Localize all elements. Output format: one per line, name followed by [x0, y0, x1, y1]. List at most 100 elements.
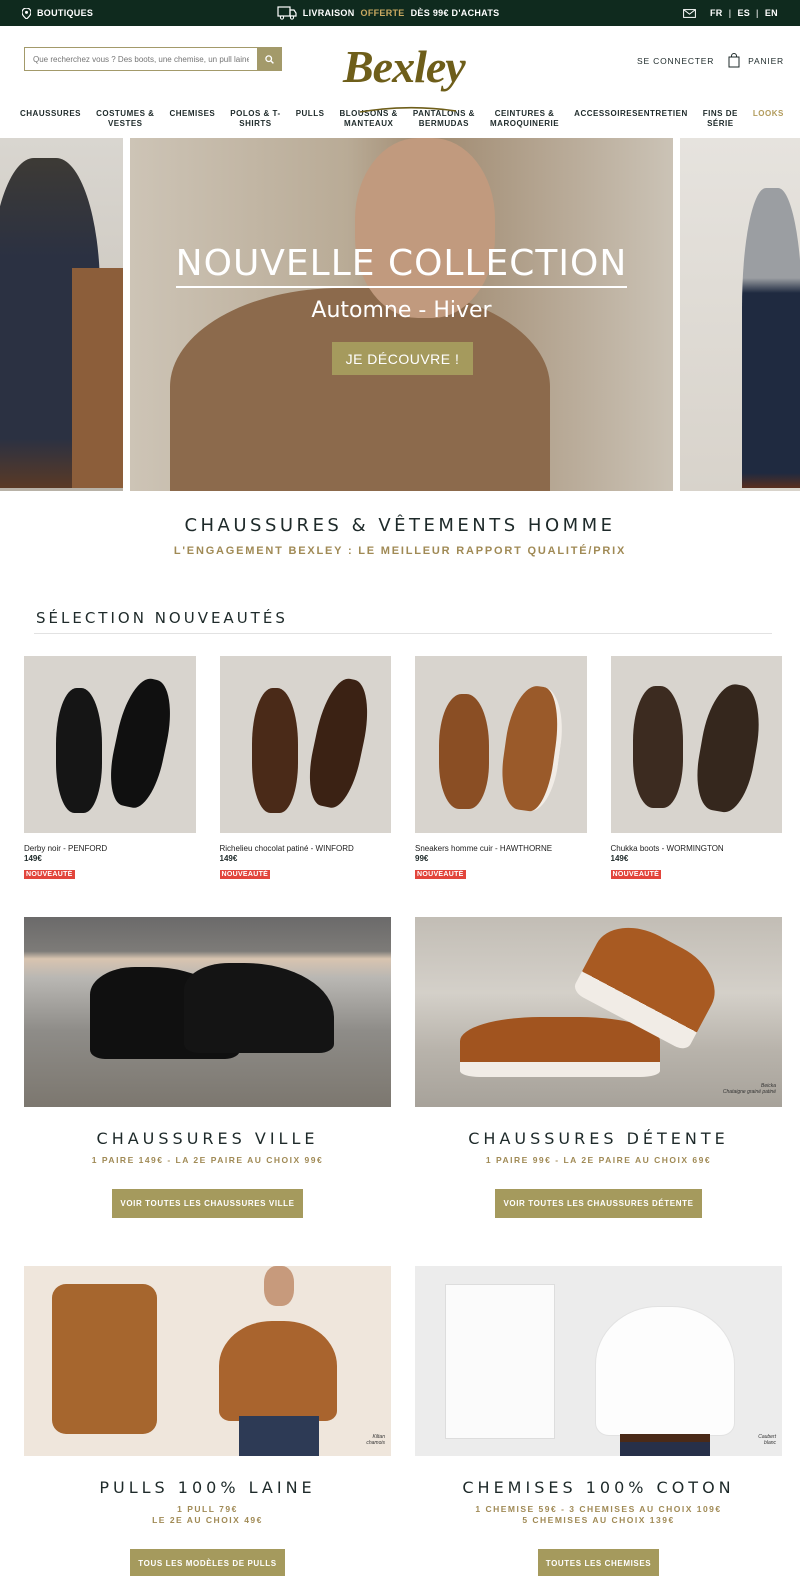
nav-label: ACCESSOIRESENTRETIEN: [574, 109, 688, 118]
category-row: CHAUSSURES VILLE 1 PAIRE 149€ - LA 2E PA…: [0, 917, 800, 1218]
category-title: CHAUSSURES VILLE: [96, 1129, 319, 1148]
category-promo: 1 PAIRE 99€ - LA 2E PAIRE AU CHOIX 69€: [485, 1155, 712, 1165]
nav-item-chemises[interactable]: CHEMISES: [169, 106, 215, 119]
category-title: CHAUSSURES DÉTENTE: [468, 1129, 729, 1148]
shoe-top-image: [56, 688, 102, 813]
bexley-logo[interactable]: Bexley: [343, 40, 466, 93]
caption-line-2: blanc: [764, 1440, 776, 1446]
login-link[interactable]: SE CONNECTER: [637, 56, 714, 66]
lang-separator: |: [756, 8, 759, 18]
pulls-image[interactable]: Kiltan chamois: [24, 1266, 391, 1456]
product-card[interactable]: Chukka boots - WORMINGTON 149€ NOUVEAUTÉ: [610, 656, 783, 881]
language-switcher: FR | ES | EN: [710, 8, 778, 18]
shoe-side-image: [689, 680, 767, 816]
folded-pullover-image: [52, 1284, 157, 1434]
new-badge: NOUVEAUTÉ: [219, 870, 271, 879]
shipping-label: LIVRAISON: [302, 8, 355, 18]
hero-slide-next[interactable]: [680, 138, 800, 491]
category-chaussures-ville: CHAUSSURES VILLE 1 PAIRE 149€ - LA 2E PA…: [24, 917, 391, 1218]
mail-icon[interactable]: [683, 8, 696, 18]
new-badge: NOUVEAUTÉ: [415, 870, 466, 879]
cabinet-image: [72, 268, 123, 488]
category-cta-button[interactable]: VOIR TOUTES LES CHAUSSURES VILLE: [112, 1189, 303, 1218]
lang-fr[interactable]: FR: [710, 8, 723, 18]
product-price: 149€: [610, 854, 629, 863]
product-image[interactable]: [24, 656, 196, 833]
model-head-image: [355, 138, 495, 318]
shoe-top-image: [632, 686, 683, 808]
nav-item-ceintures[interactable]: CEINTURES & MAROQUINERIE: [490, 106, 559, 129]
promo-line-2: 5 CHEMISES AU CHOIX 139€: [522, 1515, 675, 1525]
category-promo: 1 PULL 79€ LE 2E AU CHOIX 49€: [24, 1504, 391, 1526]
category-chemises: Caubert blanc CHEMISES 100% COTON 1 CHEMI…: [415, 1266, 782, 1576]
product-name[interactable]: Sneakers homme cuir - HAWTHORNE: [415, 844, 587, 853]
search-button[interactable]: [257, 48, 281, 70]
hero-title-text: NOUVELLE COLLECTION: [175, 243, 628, 288]
shoe-top-image: [251, 688, 298, 813]
category-cta-button[interactable]: TOUS LES MODÈLES DE PULLS: [130, 1549, 285, 1576]
nav-label: CHAUSSURES: [20, 109, 82, 118]
chelsea-boots-image[interactable]: [24, 917, 391, 1107]
category-pulls: Kiltan chamois PULLS 100% LAINE 1 PULL 79…: [24, 1266, 391, 1576]
product-grid: Derby noir - PENFORD 149€ NOUVEAUTÉ Rich…: [0, 656, 800, 881]
lang-separator: |: [728, 8, 732, 18]
promo-line-2: LE 2E AU CHOIX 49€: [152, 1515, 263, 1525]
nav-item-chaussures[interactable]: CHAUSSURES: [20, 106, 81, 119]
location-pin-icon: [22, 7, 31, 19]
chemises-image[interactable]: Caubert blanc: [415, 1266, 782, 1456]
promo-line-1: 1 CHEMISE 59€ - 3 CHEMISES AU CHOIX 109€: [475, 1504, 722, 1514]
product-card[interactable]: Sneakers homme cuir - HAWTHORNE 99€ NOUV…: [415, 656, 587, 881]
search-input[interactable]: [25, 48, 257, 70]
product-image[interactable]: [219, 656, 391, 833]
category-row: Kiltan chamois PULLS 100% LAINE 1 PULL 79…: [0, 1266, 800, 1576]
lang-es[interactable]: ES: [737, 8, 750, 18]
category-title: CHEMISES 100% COTON: [462, 1478, 735, 1497]
product-image[interactable]: [610, 656, 782, 833]
product-name[interactable]: Richelieu chocolat patiné - WINFORD: [220, 844, 392, 853]
product-card[interactable]: Derby noir - PENFORD 149€ NOUVEAUTÉ: [24, 656, 196, 881]
lang-en[interactable]: EN: [765, 8, 778, 18]
delivery-truck-icon: [277, 6, 297, 20]
product-card[interactable]: Richelieu chocolat patiné - WINFORD 149€…: [219, 656, 392, 881]
nav-label-2: BERMUDAS: [418, 119, 470, 128]
product-image[interactable]: [415, 656, 587, 833]
stores-link[interactable]: BOUTIQUES: [22, 7, 94, 19]
product-name[interactable]: Chukka boots - WORMINGTON: [611, 844, 783, 853]
nav-label: POLOS & T-: [230, 109, 281, 118]
nav-item-looks[interactable]: LOOKS: [753, 106, 784, 119]
hero-slide-prev[interactable]: [0, 138, 123, 491]
nav-item-polos[interactable]: POLOS & T- SHIRTS: [230, 106, 280, 129]
sneakers-image[interactable]: Beicka Chataigne grainé patiné: [415, 917, 782, 1107]
category-promo: 1 CHEMISE 59€ - 3 CHEMISES AU CHOIX 109€…: [415, 1504, 782, 1526]
nav-item-fins-de-serie[interactable]: FINS DE SÉRIE: [703, 106, 738, 129]
image-caption: Beicka Chataigne grainé patiné: [723, 1083, 776, 1095]
nav-item-costumes[interactable]: COSTUMES & VESTES: [96, 106, 154, 129]
search-bar: [24, 47, 282, 71]
product-price: 99€: [415, 854, 429, 863]
nav-label: FINS DE: [702, 109, 738, 118]
hero-slide-main[interactable]: NOUVELLE COLLECTION Automne - Hiver JE D…: [130, 138, 673, 491]
logo-swoosh-icon: [359, 106, 457, 113]
model-trousers-image: [620, 1442, 710, 1456]
account-area: SE CONNECTER PANIER: [637, 53, 784, 68]
header: Bexley SE CONNECTER PANIER: [0, 26, 800, 113]
category-promo: 1 PAIRE 149€ - LA 2E PAIRE AU CHOIX 99€: [91, 1155, 324, 1165]
sneaker-left-image: [460, 1017, 660, 1077]
hero-carousel: NOUVELLE COLLECTION Automne - Hiver JE D…: [0, 138, 800, 491]
shipping-highlight: OFFERTE: [360, 8, 405, 18]
category-cta-button[interactable]: VOIR TOUTES LES CHAUSSURES DÉTENTE: [495, 1189, 702, 1218]
hero-cta-button[interactable]: JE DÉCOUVRE !: [332, 342, 473, 375]
nav-label-2: MANTEAUX: [343, 119, 394, 128]
nav-label-2: MAROQUINERIE: [490, 119, 560, 128]
model-shirt-image: [595, 1306, 735, 1436]
model-face-image: [264, 1266, 294, 1306]
category-cta-button[interactable]: TOUTES LES CHEMISES: [537, 1549, 660, 1576]
nav-item-pulls[interactable]: PULLS: [296, 106, 325, 119]
stores-label: BOUTIQUES: [37, 8, 94, 18]
intro-subtitle: L'ENGAGEMENT BEXLEY : LE MEILLEUR RAPPOR…: [173, 545, 627, 557]
nav-item-accessoires[interactable]: ACCESSOIRESENTRETIEN: [574, 106, 688, 119]
selection-title: SÉLECTION NOUVEAUTÉS: [36, 609, 288, 627]
cart-link[interactable]: PANIER: [728, 53, 784, 68]
category-chaussures-detente: Beicka Chataigne grainé patiné CHAUSSURES…: [415, 917, 782, 1218]
product-name[interactable]: Derby noir - PENFORD: [24, 844, 196, 853]
